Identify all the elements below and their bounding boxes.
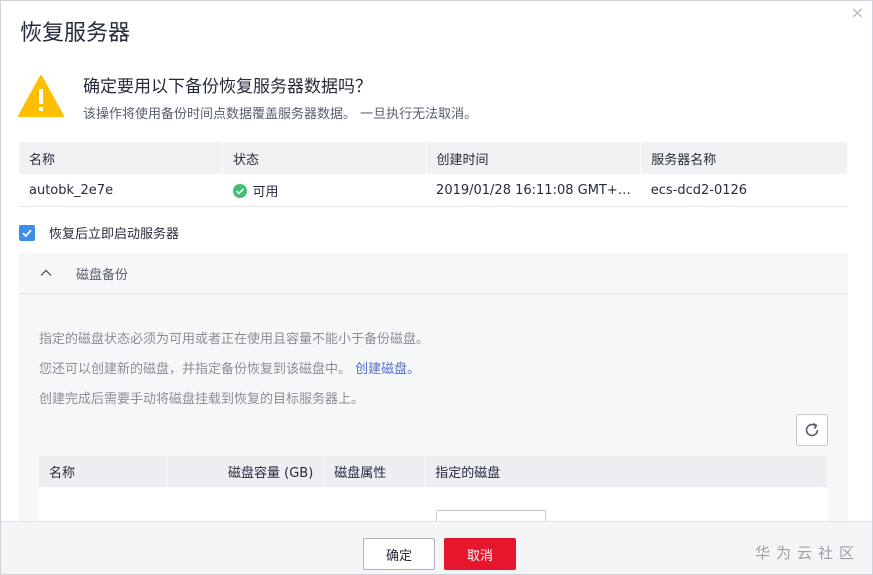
refresh-icon <box>805 422 819 437</box>
start-after-restore-checkbox[interactable] <box>19 224 35 241</box>
disk-col-attribute: 磁盘属性 <box>323 456 426 487</box>
disk-note-3: 创建完成后需要手动将磁盘挂载到恢复的目标服务器上。 <box>39 392 365 407</box>
confirm-subtext: 该操作将使用备份时间点数据覆盖服务器数据。 一旦执行无法取消。 <box>83 107 478 122</box>
col-header-server: 服务器名称 <box>640 142 848 174</box>
restore-server-dialog: × 恢复服务器 确定要用以下备份恢复服务器数据吗？ 该操作将使用备份时间点数据覆… <box>0 0 873 575</box>
confirm-question: 确定要用以下备份恢复服务器数据吗？ <box>83 77 372 97</box>
refresh-button[interactable] <box>796 414 828 446</box>
disk-col-target: 指定的磁盘 <box>424 456 828 487</box>
checkmark-icon <box>22 229 32 237</box>
watermark-text: 华为云社区 <box>754 544 860 562</box>
dialog-title: 恢复服务器 <box>20 21 131 46</box>
disk-backup-panel: 磁盘备份 指定的磁盘状态必须为可用或者正在使用且容量不能小于备份磁盘。 您还可以… <box>19 253 848 533</box>
close-icon[interactable]: × <box>851 3 864 23</box>
disk-col-capacity: 磁盘容量 (GB) <box>166 456 325 487</box>
create-disk-link[interactable]: 创建磁盘。 <box>355 362 420 377</box>
check-circle-icon <box>232 183 247 198</box>
backup-server: ecs-dcd2-0126 <box>640 174 848 207</box>
disk-col-name: 名称 <box>39 456 168 487</box>
warning-icon <box>18 75 64 117</box>
disk-note-2-text: 您还可以创建新的磁盘，并指定备份恢复到该磁盘中。 <box>39 362 352 377</box>
disk-backup-panel-header[interactable]: 磁盘备份 <box>19 253 848 294</box>
backup-name: autobk_2e7e <box>19 174 223 207</box>
confirm-button[interactable]: 确定 <box>363 538 435 570</box>
backup-table: 名称 状态 创建时间 服务器名称 autobk_2e7e 可用 2019/01/… <box>19 142 848 207</box>
disk-note-1: 指定的磁盘状态必须为可用或者正在使用且容量不能小于备份磁盘。 <box>39 332 430 347</box>
disk-table-header: 名称 磁盘容量 (GB) 磁盘属性 指定的磁盘 <box>39 456 828 487</box>
chevron-up-icon[interactable] <box>39 266 53 280</box>
col-header-created: 创建时间 <box>426 142 642 174</box>
table-row: autobk_2e7e 可用 2019/01/28 16:11:08 GMT+…… <box>19 174 848 207</box>
disk-backup-title: 磁盘备份 <box>76 267 129 283</box>
backup-created: 2019/01/28 16:11:08 GMT+… <box>426 174 641 207</box>
start-after-restore-option[interactable]: 恢复后立即启动服务器 <box>19 223 179 242</box>
disk-notes: 指定的磁盘状态必须为可用或者正在使用且容量不能小于备份磁盘。 您还可以创建新的磁… <box>39 325 429 415</box>
backup-status: 可用 <box>252 184 279 200</box>
backup-table-header: 名称 状态 创建时间 服务器名称 <box>19 142 848 174</box>
backup-status-cell: 可用 <box>222 174 427 207</box>
cancel-button[interactable]: 取消 <box>444 538 516 570</box>
dialog-footer: 确定 取消 华为云社区 <box>1 521 872 574</box>
start-after-restore-label: 恢复后立即启动服务器 <box>49 227 180 242</box>
col-header-name: 名称 <box>19 142 223 174</box>
col-header-status: 状态 <box>222 142 427 174</box>
disk-note-2: 您还可以创建新的磁盘，并指定备份恢复到该磁盘中。 创建磁盘。 <box>39 355 429 385</box>
